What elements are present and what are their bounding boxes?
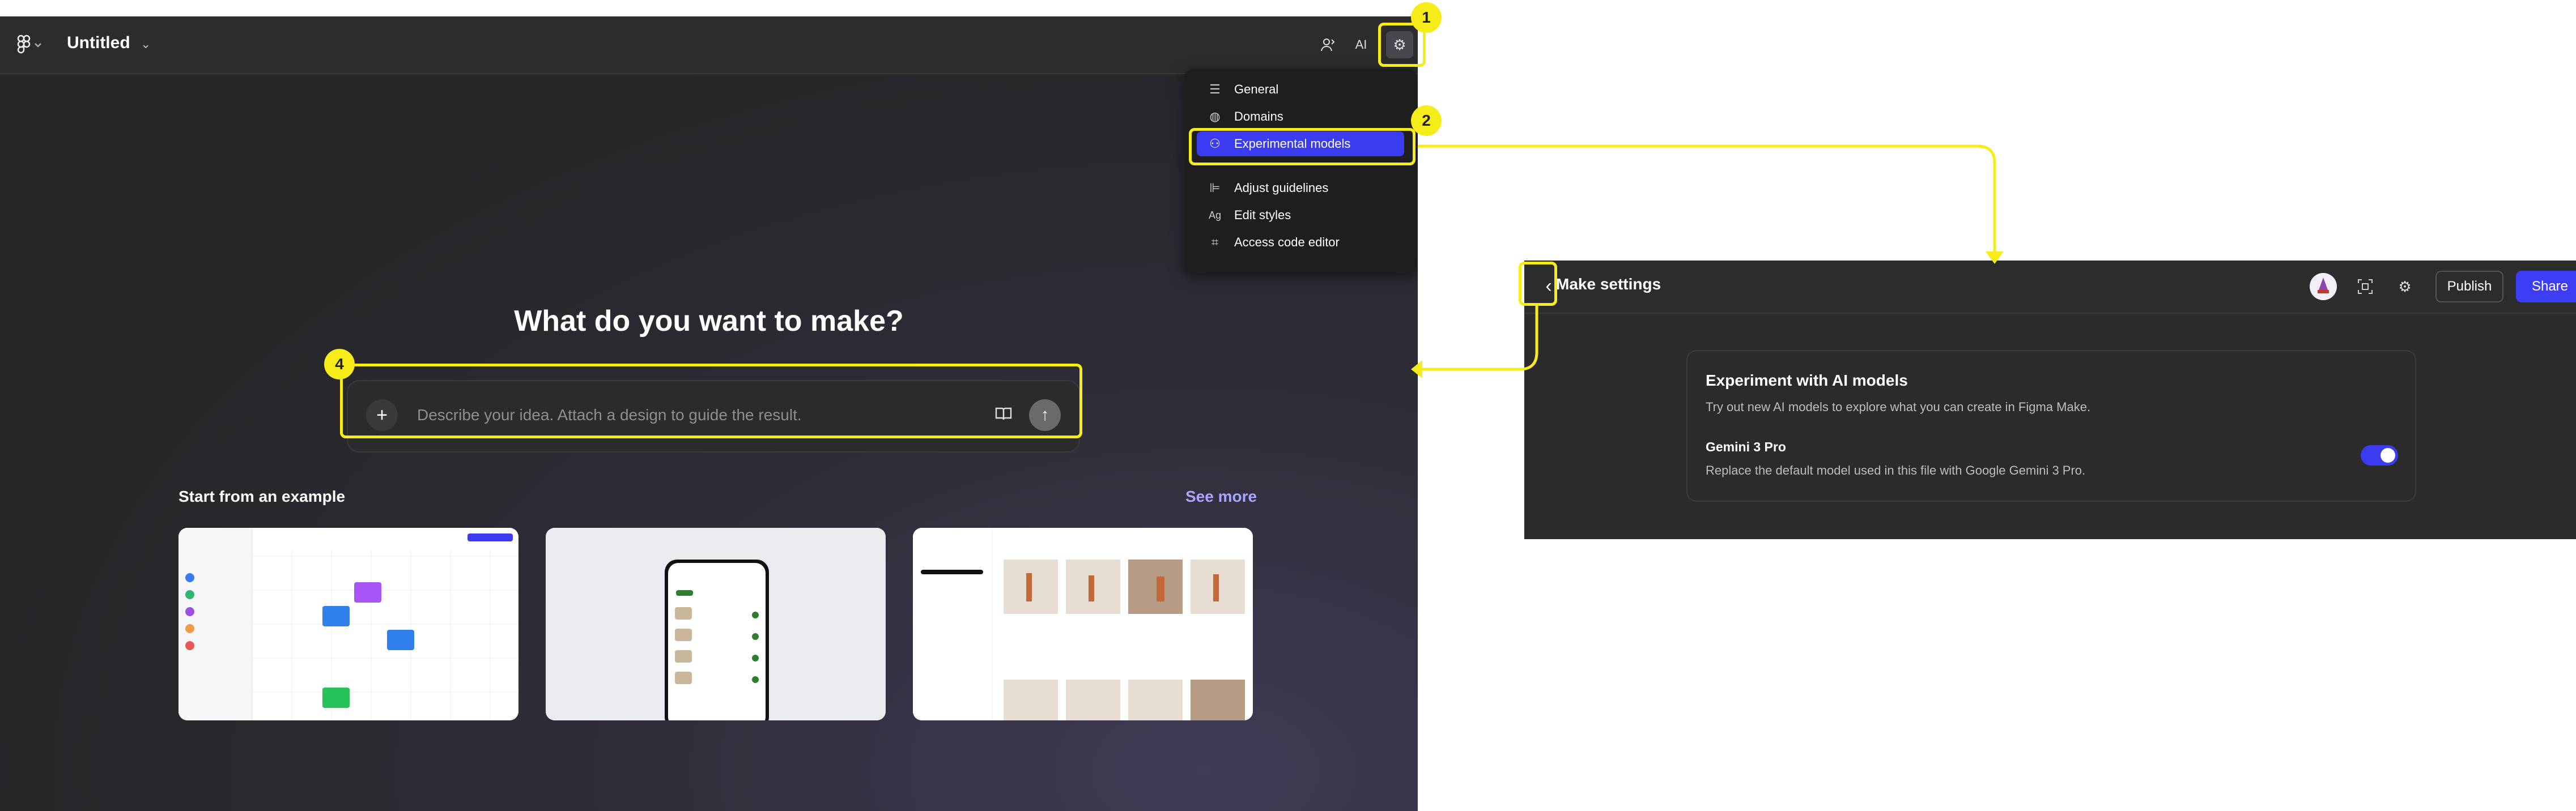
highlight-back-button bbox=[1519, 262, 1557, 306]
badge-1: 1 bbox=[1411, 2, 1442, 33]
highlight-experimental-models bbox=[1189, 128, 1415, 165]
badge-4: 4 bbox=[324, 349, 355, 379]
badge-2: 2 bbox=[1411, 105, 1442, 136]
highlight-prompt-box bbox=[340, 364, 1082, 438]
